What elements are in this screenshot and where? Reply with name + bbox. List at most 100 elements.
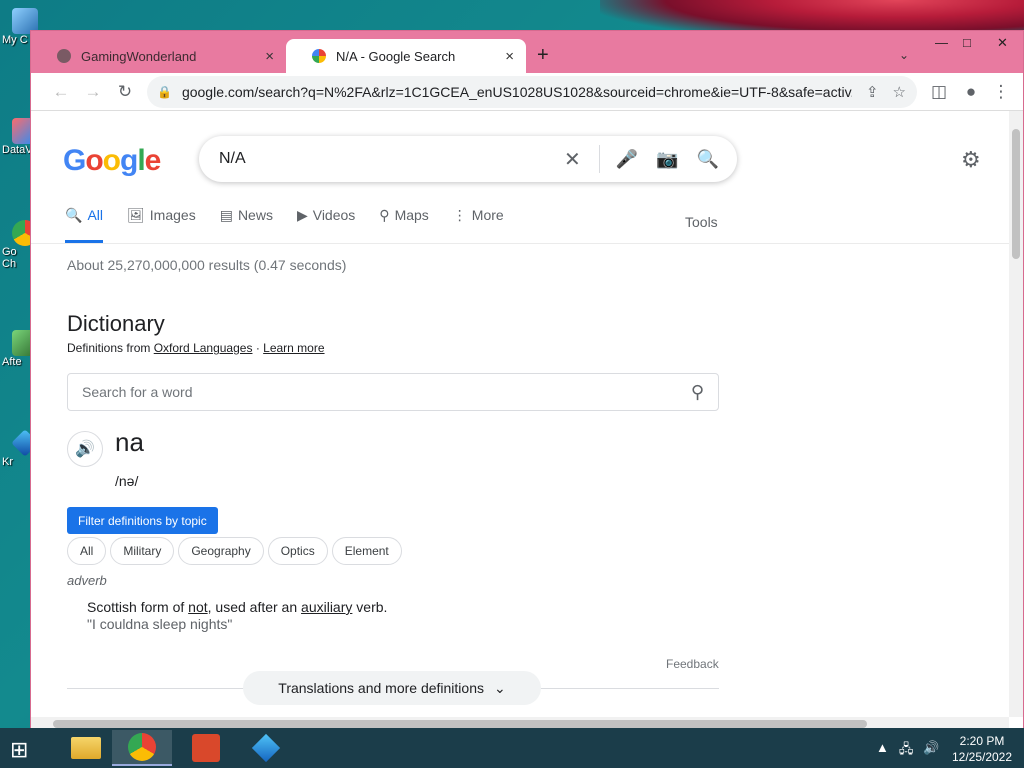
tab-all[interactable]: 🔍 All xyxy=(65,207,103,243)
url-text[interactable]: google.com/search?q=N%2FA&rlz=1C1GCEA_en… xyxy=(182,84,852,100)
new-tab-button[interactable]: + xyxy=(537,44,549,67)
minimize-button[interactable]: — xyxy=(935,35,948,50)
learn-more-link[interactable]: Learn more xyxy=(263,341,324,355)
more-dots-icon: ⋮ xyxy=(452,207,467,223)
word-search-box[interactable]: ⚲ xyxy=(67,373,719,411)
globe-icon xyxy=(57,49,71,63)
speaker-icon[interactable]: 🔊 xyxy=(67,431,103,467)
tab-close-icon[interactable]: × xyxy=(505,48,514,65)
browser-toolbar: ← → ↻ 🔒 google.com/search?q=N%2FA&rlz=1C… xyxy=(31,73,1023,111)
search-input[interactable]: N/A xyxy=(219,150,564,168)
nav-label: Videos xyxy=(312,207,356,223)
app-taskbar-icon[interactable] xyxy=(176,730,236,766)
chevron-up-icon[interactable]: ▲ xyxy=(876,740,889,762)
reload-icon[interactable]: ↻ xyxy=(115,82,135,102)
desktop-icon-kr[interactable]: Kr xyxy=(0,429,39,468)
desktop-icon-afterlight[interactable]: Afte xyxy=(0,330,38,368)
tab-close-icon[interactable]: × xyxy=(265,48,274,65)
tab-search-chevron-icon[interactable]: ⌄ xyxy=(899,48,909,62)
tab-more[interactable]: ⋮ More xyxy=(453,207,504,243)
forward-arrow-icon[interactable]: → xyxy=(83,82,103,102)
bookmark-star-icon[interactable]: ☆ xyxy=(893,83,906,101)
share-icon[interactable]: ⇪ xyxy=(866,83,879,101)
windows-start-icon[interactable]: ⊞ xyxy=(10,737,28,763)
maximize-button[interactable]: □ xyxy=(963,35,971,50)
google-logo[interactable]: Google xyxy=(63,144,161,178)
tab-maps[interactable]: ⚲ Maps xyxy=(379,207,429,243)
tab-videos[interactable]: ▶ Videos xyxy=(297,207,355,243)
tab-strip: GamingWonderland × N/A - Google Search ×… xyxy=(31,31,1023,73)
file-explorer-icon[interactable] xyxy=(56,730,116,766)
settings-gear-icon[interactable]: ⚙ xyxy=(961,147,981,173)
definition-text: verb. xyxy=(352,599,388,615)
search-icon[interactable]: 🔍 xyxy=(697,149,719,170)
profile-avatar-icon[interactable]: ● xyxy=(961,82,981,102)
camera-icon[interactable]: 📷 xyxy=(656,149,678,170)
microphone-icon[interactable]: 🎤 xyxy=(616,149,638,170)
tab-gamingwonderland[interactable]: GamingWonderland × xyxy=(31,39,286,73)
side-panel-icon[interactable]: ◫ xyxy=(929,82,949,102)
definition-text: Scottish form of xyxy=(87,599,189,615)
dictionary-title: Dictionary xyxy=(67,311,165,336)
nav-label: More xyxy=(471,207,504,223)
desktop-icon-datav[interactable]: DataV xyxy=(0,118,38,156)
nav-label: Images xyxy=(149,207,196,223)
translations-more-button[interactable]: Translations and more definitions ⌄ xyxy=(243,671,541,705)
chevron-down-icon: ⌄ xyxy=(493,679,506,696)
definition-link-not[interactable]: not xyxy=(188,599,207,615)
nav-divider xyxy=(31,243,1009,244)
volume-icon[interactable]: 🔊 xyxy=(923,740,939,762)
scroll-thumb[interactable] xyxy=(1012,129,1020,259)
word-search-input[interactable] xyxy=(82,384,691,400)
address-bar[interactable]: 🔒 google.com/search?q=N%2FA&rlz=1C1GCEA_… xyxy=(147,76,917,108)
dictionary-source: Definitions from Oxford Languages · Lear… xyxy=(67,341,325,355)
chip-element[interactable]: Element xyxy=(331,537,402,565)
search-nav-tabs: 🔍 All 🖼 Images ▤ News ▶ Videos ⚲ Maps ⋮ xyxy=(65,207,528,243)
search-box[interactable]: N/A ✕ 🎤 📷 🔍 xyxy=(199,136,737,182)
browser-menu-icon[interactable]: ⋮ xyxy=(991,82,1011,102)
desktop-icon-label: Ch xyxy=(2,258,17,270)
separator: · xyxy=(255,341,260,355)
back-arrow-icon[interactable]: ← xyxy=(51,82,71,102)
system-tray: ▲ 🖧 🔊 xyxy=(876,740,940,762)
tab-google-search[interactable]: N/A - Google Search × xyxy=(286,39,526,73)
chip-military[interactable]: Military xyxy=(110,537,175,565)
desktop-icon-google-chrome[interactable]: Go Ch xyxy=(0,220,38,270)
chip-all[interactable]: All xyxy=(67,537,107,565)
definition-link-auxiliary[interactable]: auxiliary xyxy=(301,599,352,615)
desktop-icon-label: Go xyxy=(2,246,17,258)
feedback-link[interactable]: Feedback xyxy=(666,657,719,671)
usage-example: "I couldna sleep nights" xyxy=(87,616,233,632)
tab-title: GamingWonderland xyxy=(81,48,197,64)
close-window-button[interactable]: ✕ xyxy=(997,35,1008,51)
network-icon[interactable]: 🖧 xyxy=(899,740,914,762)
vertical-scrollbar[interactable] xyxy=(1009,111,1023,717)
definition: Scottish form of not, used after an auxi… xyxy=(87,599,387,615)
search-divider xyxy=(598,145,600,173)
desktop-icon-label: Kr xyxy=(2,456,13,468)
tools-button[interactable]: Tools xyxy=(685,214,718,230)
nav-label: Maps xyxy=(394,207,429,223)
desktop-icon-label: Afte xyxy=(2,356,22,368)
clock-time: 2:20 PM xyxy=(959,734,1005,748)
desktop-icon-label: My C xyxy=(2,34,28,46)
search-icon[interactable]: ⚲ xyxy=(691,382,704,403)
source-prefix: Definitions from xyxy=(67,341,151,355)
clock-date: 12/25/2022 xyxy=(951,750,1013,764)
taskbar: ⊞ ▲ 🖧 🔊 2:20 PM 12/25/2022 xyxy=(0,728,1024,768)
desktop-icon-my-computer[interactable]: My C xyxy=(0,8,38,46)
play-icon: ▶ xyxy=(296,207,308,223)
tab-news[interactable]: ▤ News xyxy=(220,207,273,243)
tab-images[interactable]: 🖼 Images xyxy=(127,207,196,243)
browser-window: GamingWonderland × N/A - Google Search ×… xyxy=(30,30,1024,736)
chip-geography[interactable]: Geography xyxy=(178,537,264,565)
more-button-label: Translations and more definitions xyxy=(278,680,484,696)
oxford-languages-link[interactable]: Oxford Languages xyxy=(154,341,253,355)
clock[interactable]: 2:20 PM 12/25/2022 xyxy=(950,733,1014,765)
lock-icon[interactable]: 🔒 xyxy=(157,85,172,99)
chrome-taskbar-icon[interactable] xyxy=(112,730,172,766)
chip-optics[interactable]: Optics xyxy=(267,537,328,565)
clear-icon[interactable]: ✕ xyxy=(564,147,581,172)
scroll-thumb[interactable] xyxy=(53,720,867,728)
diamond-taskbar-icon[interactable] xyxy=(236,730,296,766)
